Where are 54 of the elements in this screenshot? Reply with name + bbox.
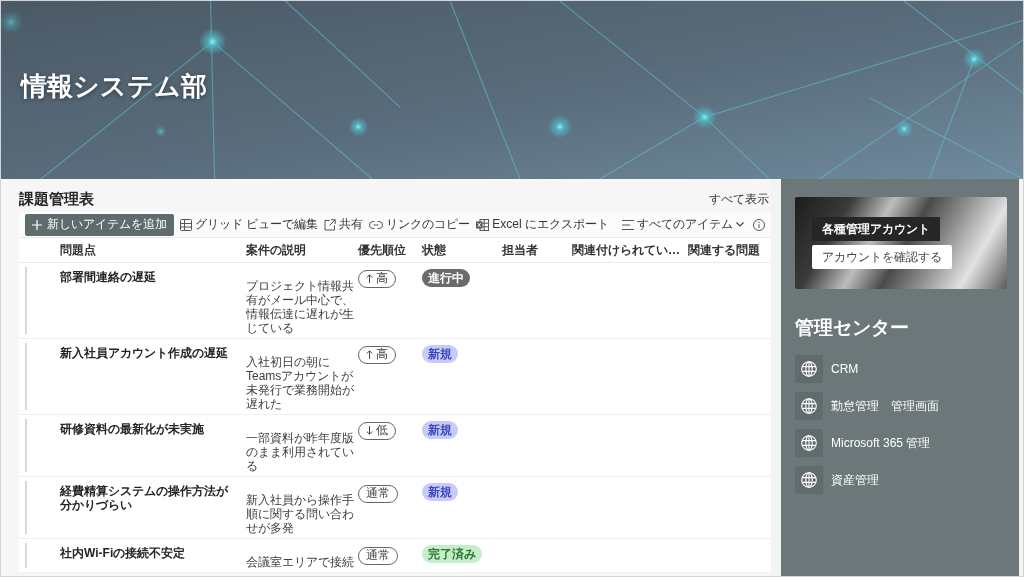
see-all-link[interactable]: すべて表示 [709, 190, 769, 208]
admin-link[interactable]: 勤怠管理 管理画面 [795, 392, 1007, 420]
info-icon [753, 218, 765, 231]
link-icon [369, 219, 384, 230]
issue-title[interactable]: 新入社員アカウント作成の遅延 [60, 346, 232, 360]
site-title: 情報システム部 [21, 69, 207, 103]
new-item-button[interactable]: 新しいアイテムを追加 [25, 213, 174, 236]
admin-link[interactable]: 資産管理 [795, 466, 1007, 494]
column-header[interactable]: 関連付けられてい… [572, 241, 688, 259]
globe-icon [795, 429, 823, 457]
chevron-down-icon [736, 222, 744, 227]
status-tag: 進行中 [422, 269, 470, 287]
down-arrow-icon [366, 426, 373, 435]
issue-title[interactable]: 部署間連絡の遅延 [60, 270, 232, 284]
column-header[interactable]: 担当者 [502, 241, 572, 259]
up-arrow-icon [366, 350, 373, 359]
description-cell-text: 会議室エリアで接続 [246, 555, 355, 569]
copy-link-button[interactable]: リンクのコピー [366, 213, 474, 236]
globe-icon [795, 392, 823, 420]
issue-title[interactable]: 研修資料の最新化が未実施 [60, 422, 232, 436]
issue-title[interactable]: 社内Wi-Fiの接続不安定 [60, 546, 232, 560]
description-cell-text: 入社初日の朝にTeamsアカウントが未発行で業務開始が遅れた [246, 355, 355, 411]
export-button[interactable]: Excel にエクスポート [473, 213, 613, 236]
admin-link[interactable]: CRM [795, 355, 1007, 383]
column-header[interactable]: 状態 [422, 241, 502, 259]
grid-edit-button[interactable]: グリッド ビューで編集 [177, 213, 322, 236]
up-arrow-icon [366, 274, 373, 283]
issue-title[interactable]: 経費精算システムの操作方法が分かりづらい [60, 484, 232, 512]
column-header[interactable]: 問題点 [60, 241, 246, 259]
status-tag: 完了済み [422, 545, 482, 563]
lines-icon [622, 219, 634, 230]
plus-icon [32, 219, 42, 230]
status-tag: 新規 [422, 421, 458, 439]
globe-icon [795, 466, 823, 494]
column-header[interactable]: 案件の説明 [246, 241, 358, 259]
globe-icon [795, 355, 823, 383]
admin-link[interactable]: Microsoft 365 管理 [795, 429, 1007, 457]
list-title: 課題管理表 [19, 189, 94, 209]
description-cell-text: 新入社員から操作手順に関する問い合わせが多発 [246, 493, 355, 535]
share-button[interactable]: 共有 [321, 213, 367, 236]
view-selector[interactable]: すべてのアイテム [619, 213, 747, 236]
view-accounts-button[interactable]: アカウントを確認する [812, 245, 952, 269]
description-cell-text: 一部資料が昨年度版のまま利用されている [246, 431, 355, 473]
info-button[interactable] [753, 217, 765, 232]
status-tag: 新規 [422, 483, 458, 501]
grid-icon [180, 218, 192, 231]
share-icon [324, 218, 337, 231]
description-cell-text: プロジェクト情報共有がメール中心で、情報伝達に遅れが生じている [246, 279, 355, 335]
status-tag: 新規 [422, 345, 458, 363]
column-header[interactable]: 優先順位 [358, 241, 422, 259]
spreadsheet-icon [476, 218, 490, 231]
promo-title: 各種管理アカウント [812, 217, 940, 241]
sidebar-heading: 管理センター [795, 316, 910, 340]
column-header[interactable]: 関連する問題 [688, 241, 771, 259]
